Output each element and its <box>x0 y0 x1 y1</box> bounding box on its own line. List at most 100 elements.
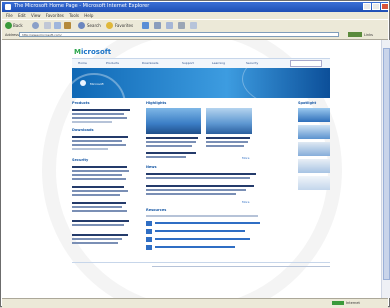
more-link-2[interactable]: More <box>242 200 249 204</box>
left-link-1[interactable] <box>72 109 130 111</box>
mid-text-1 <box>146 141 196 143</box>
left-text-14 <box>72 224 124 226</box>
left-text-16 <box>72 242 118 244</box>
highlight-image-2[interactable] <box>206 108 252 134</box>
left-link-2[interactable] <box>72 136 128 138</box>
left-text-12 <box>72 206 122 208</box>
menu-help[interactable]: Help <box>84 13 93 18</box>
right-col-heading: Spotlight <box>298 101 317 105</box>
page-viewport: Microsoft Home Products Downloads Suppor… <box>2 40 381 298</box>
mail-icon[interactable] <box>166 22 173 29</box>
nav-products[interactable]: Products <box>106 61 119 65</box>
mid-col-heading-3: Resources <box>146 208 167 212</box>
resource-link-2[interactable] <box>155 230 245 232</box>
maximize-button[interactable] <box>372 3 380 10</box>
hero-tag: Microsoft <box>90 82 104 86</box>
menu-edit[interactable]: Edit <box>18 13 26 18</box>
site-search-input[interactable] <box>290 60 322 67</box>
resource-icon-1 <box>146 221 152 226</box>
stop-icon[interactable] <box>44 22 51 29</box>
ie-icon <box>5 4 11 10</box>
resource-icon-3 <box>146 237 152 242</box>
browser-window: The Microsoft Home Page - Microsoft Inte… <box>0 0 390 308</box>
left-text-5 <box>72 144 126 146</box>
spotlight-image-3[interactable] <box>298 142 330 156</box>
title-bar: The Microsoft Home Page - Microsoft Inte… <box>2 2 389 12</box>
mid-col-heading: Highlights <box>146 101 167 105</box>
left-link-5[interactable] <box>72 202 126 204</box>
history-icon[interactable] <box>154 22 161 29</box>
home-icon[interactable] <box>64 22 71 29</box>
menu-favorites[interactable]: Favorites <box>46 13 64 18</box>
menu-bar: File Edit View Favorites Tools Help <box>2 12 388 19</box>
minimize-button[interactable] <box>363 3 371 10</box>
back-label[interactable]: Back <box>13 23 23 28</box>
news-text-3 <box>146 193 236 195</box>
site-logo[interactable]: Microsoft <box>74 48 111 56</box>
left-link-3[interactable] <box>72 166 127 168</box>
resource-link-1[interactable] <box>155 222 260 224</box>
left-text-13 <box>72 210 127 212</box>
forward-icon[interactable] <box>32 22 39 29</box>
address-input[interactable]: http://www.microsoft.com/ <box>19 32 339 37</box>
address-bar: Address http://www.microsoft.com/ Links <box>2 31 388 40</box>
hero-banner[interactable]: Microsoft <box>72 68 330 98</box>
window-title: The Microsoft Home Page - Microsoft Inte… <box>14 3 150 9</box>
favorites-label[interactable]: Favorites <box>115 23 133 28</box>
left-col-heading-2: Downloads <box>72 128 94 132</box>
media-icon[interactable] <box>142 22 149 29</box>
menu-view[interactable]: View <box>31 13 41 18</box>
nav-security[interactable]: Security <box>246 61 258 65</box>
resource-icon-2 <box>146 229 152 234</box>
spotlight-image-5[interactable] <box>298 176 330 190</box>
spotlight-image-2[interactable] <box>298 125 330 139</box>
spotlight-image-4[interactable] <box>298 159 330 173</box>
footer-links[interactable] <box>152 266 330 267</box>
scrollbar-thumb[interactable] <box>383 48 390 280</box>
close-button[interactable] <box>381 3 389 10</box>
refresh-icon[interactable] <box>54 22 61 29</box>
left-text-8 <box>72 174 122 176</box>
left-text-4 <box>72 140 122 142</box>
search-icon[interactable] <box>78 22 85 29</box>
edit-icon[interactable] <box>190 22 197 29</box>
spotlight-image-1[interactable] <box>298 108 330 122</box>
search-label[interactable]: Search <box>87 23 101 28</box>
more-link-1[interactable]: More <box>242 156 249 160</box>
left-link-6[interactable] <box>72 220 129 222</box>
mid-link-3[interactable] <box>146 152 196 154</box>
menu-tools[interactable]: Tools <box>69 13 79 18</box>
internet-zone-icon <box>332 301 344 305</box>
left-text-1 <box>72 113 124 115</box>
resource-link-3[interactable] <box>155 238 250 240</box>
left-text-7 <box>72 170 129 172</box>
news-link-2[interactable] <box>146 185 254 187</box>
news-text-2 <box>146 189 246 191</box>
address-label: Address <box>5 33 19 37</box>
nav-downloads[interactable]: Downloads <box>142 61 158 65</box>
links-button[interactable]: Links <box>364 33 373 37</box>
mid-text-4 <box>206 145 244 147</box>
highlight-image-1[interactable] <box>146 108 201 134</box>
left-link-4[interactable] <box>72 186 124 188</box>
back-icon[interactable] <box>5 22 12 29</box>
mid-link-1[interactable] <box>146 137 198 139</box>
left-col-heading: Products <box>72 101 90 105</box>
nav-learning[interactable]: Learning <box>212 61 225 65</box>
news-link-1[interactable] <box>146 173 256 175</box>
menu-file[interactable]: File <box>6 13 13 18</box>
print-icon[interactable] <box>178 22 185 29</box>
nav-home[interactable]: Home <box>78 61 87 65</box>
left-col-heading-3: Security <box>72 158 89 162</box>
nav-support[interactable]: Support <box>182 61 194 65</box>
resource-link-4[interactable] <box>155 246 235 248</box>
news-text-1 <box>146 177 250 179</box>
mid-link-2[interactable] <box>206 137 250 139</box>
go-button[interactable] <box>348 32 362 37</box>
left-text-3 <box>72 121 112 123</box>
footer-divider <box>72 262 330 263</box>
vertical-scrollbar[interactable] <box>381 40 390 298</box>
left-link-7[interactable] <box>72 234 128 236</box>
left-text-10 <box>72 190 128 192</box>
favorites-icon[interactable] <box>106 22 113 29</box>
